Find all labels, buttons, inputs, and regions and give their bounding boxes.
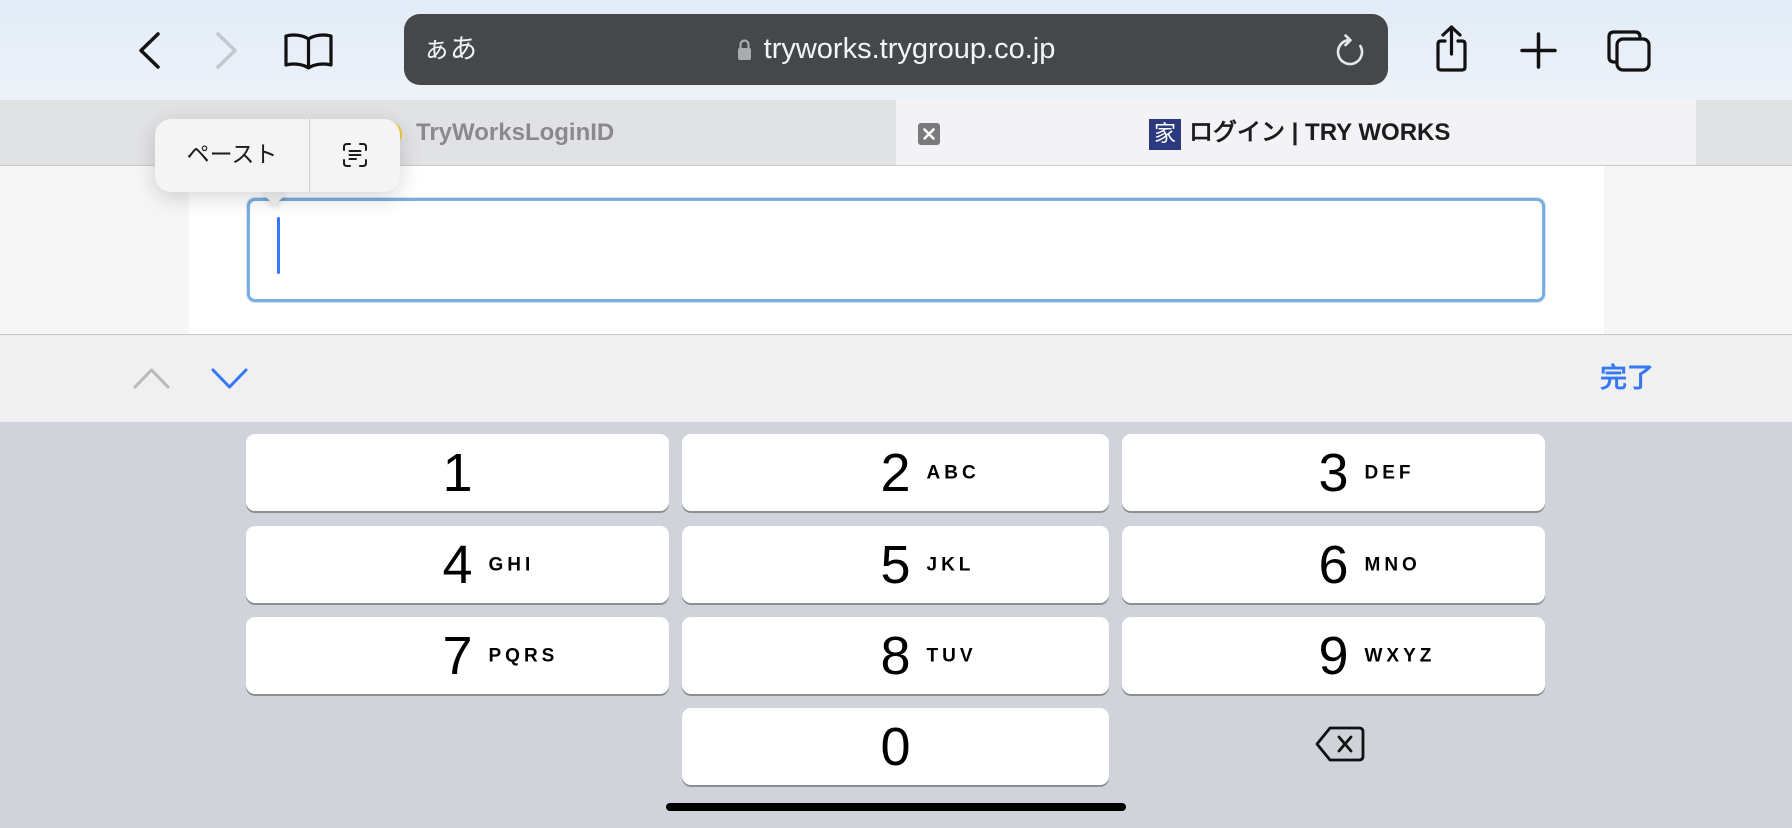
chevron-right-icon — [216, 32, 237, 69]
book-icon — [284, 33, 333, 70]
next-field-button[interactable] — [211, 368, 248, 389]
key-2[interactable]: 2 ABC — [682, 434, 1109, 511]
key-6[interactable]: 6 MNO — [1122, 526, 1545, 603]
tab-title: TryWorksLoginID — [416, 119, 615, 146]
address-bar[interactable]: ぁあ tryworks.trygroup.co.jp — [404, 14, 1388, 85]
key-letters: JKL — [926, 554, 975, 575]
menu-divider — [309, 119, 310, 192]
key-8[interactable]: 8 TUV — [682, 617, 1109, 694]
key-digit: 4 — [442, 534, 473, 595]
key-3[interactable]: 3 DEF — [1122, 434, 1545, 511]
chevron-left-icon — [139, 32, 160, 69]
key-digit: 3 — [1318, 442, 1349, 503]
key-digit: 2 — [880, 442, 911, 503]
edit-menu-body: ペースト — [155, 119, 400, 192]
scan-text-icon — [343, 143, 367, 167]
key-7[interactable]: 7 PQRS — [246, 617, 669, 694]
key-digit: 9 — [1318, 625, 1349, 686]
chevron-down-icon — [211, 368, 248, 389]
bookmarks-button[interactable] — [283, 32, 334, 70]
lock-icon — [737, 39, 751, 60]
tabs-overview-icon — [1607, 30, 1651, 72]
tab-login-active[interactable]: 家 ログイン | TRY WORKS — [896, 100, 1696, 165]
done-button[interactable]: 完了 — [1600, 335, 1654, 422]
key-letters: ABC — [926, 462, 980, 483]
key-letters: PQRS — [488, 645, 559, 666]
key-letters: TUV — [926, 645, 977, 666]
paste-button[interactable]: ペースト — [155, 119, 309, 192]
tab-close-button[interactable] — [918, 123, 940, 145]
key-4[interactable]: 4 GHI — [246, 526, 669, 603]
key-digit: 6 — [1318, 534, 1349, 595]
key-digit: 1 — [442, 442, 473, 503]
favicon-icon: 家 — [1149, 119, 1181, 150]
key-letters: DEF — [1364, 462, 1415, 483]
chevron-up-icon — [133, 368, 170, 389]
home-indicator[interactable] — [666, 803, 1126, 811]
login-id-input[interactable] — [247, 198, 1545, 302]
key-1[interactable]: 1 — [246, 434, 669, 511]
key-letters: GHI — [488, 554, 535, 575]
tab-trywork-login-id[interactable]: TryWorksLoginID — [0, 100, 896, 165]
url-text: tryworks.trygroup.co.jp — [763, 33, 1056, 65]
scan-text-button[interactable] — [342, 142, 368, 168]
back-button[interactable] — [138, 32, 160, 69]
share-icon — [1436, 25, 1467, 72]
key-5[interactable]: 5 JKL — [682, 526, 1109, 603]
key-digit: 7 — [442, 625, 473, 686]
browser-toolbar: ぁあ tryworks.trygroup.co.jp — [0, 0, 1792, 100]
key-0[interactable]: 0 — [682, 708, 1109, 785]
keyboard-accessory-bar: 完了 — [0, 334, 1792, 422]
tab-title: ログイン | TRY WORKS — [1189, 119, 1451, 146]
delete-button[interactable] — [1315, 725, 1365, 763]
key-letters: MNO — [1364, 554, 1421, 575]
key-9[interactable]: 9 WXYZ — [1122, 617, 1545, 694]
reload-icon — [1336, 34, 1364, 66]
tabs-overview-button[interactable] — [1606, 29, 1651, 72]
url-display[interactable]: tryworks.trygroup.co.jp — [404, 14, 1388, 85]
reload-button[interactable] — [1334, 32, 1366, 68]
close-icon — [923, 128, 935, 140]
edit-menu-popup: ペースト — [155, 119, 400, 206]
forward-button[interactable] — [216, 32, 238, 69]
delete-backward-icon — [1315, 726, 1365, 762]
previous-field-button[interactable] — [133, 368, 170, 389]
new-tab-button[interactable] — [1520, 32, 1557, 69]
share-button[interactable] — [1433, 24, 1470, 73]
plus-icon — [1520, 32, 1557, 69]
key-digit: 5 — [880, 534, 911, 595]
key-digit: 8 — [880, 625, 911, 686]
key-letters: WXYZ — [1364, 645, 1436, 666]
text-cursor — [277, 217, 280, 274]
key-digit: 0 — [880, 716, 911, 777]
